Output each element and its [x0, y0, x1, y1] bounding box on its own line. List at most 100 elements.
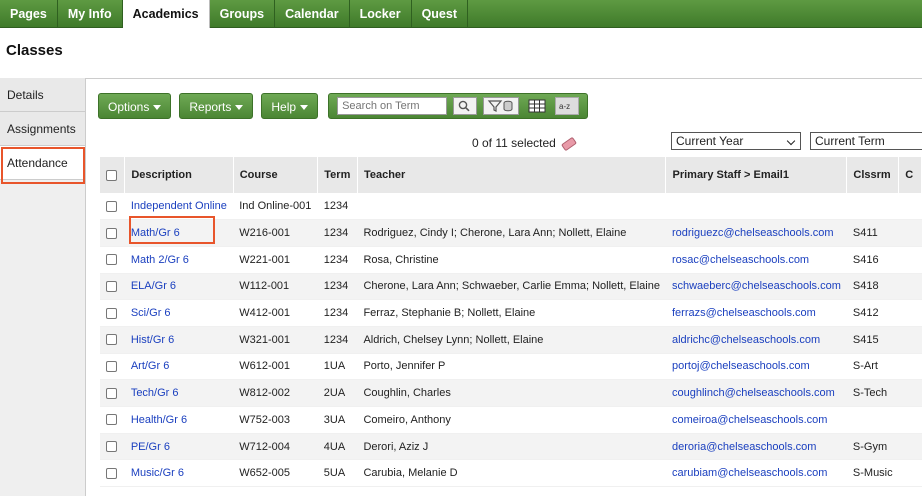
term-cell: 1234 [317, 326, 358, 354]
table-row[interactable]: Math/Gr 6 W216-001 1234 Rodriguez, Cindy I;… [100, 219, 922, 247]
email-link[interactable]: aldrichc@chelseaschools.com [672, 334, 820, 346]
description-cell: Independent Online [124, 193, 234, 221]
class-description-link[interactable]: Independent Online [131, 200, 227, 212]
term-cell: 3UA [317, 406, 358, 434]
header-classroom[interactable]: Clssrm [846, 157, 900, 193]
row-checkbox[interactable] [106, 334, 117, 346]
row-checkbox[interactable] [106, 281, 117, 292]
options-button[interactable]: Options [98, 93, 172, 119]
table-row[interactable]: Art/Gr 6 W612-001 1UA Porto, Jennifer P port… [100, 353, 922, 381]
year-select[interactable]: Current Year [671, 132, 801, 150]
description-cell: Hist/Gr 6 [124, 326, 234, 354]
email-link[interactable]: rodriguezc@chelseaschools.com [672, 227, 834, 239]
term-cell: 2UA [317, 379, 358, 407]
table-row[interactable]: Health/Gr 6 W752-003 3UA Comeiro, Anthony co… [100, 406, 922, 434]
teacher-cell: Comeiro, Anthony [357, 406, 666, 434]
nav-tab-quest[interactable]: Quest [412, 0, 468, 28]
row-checkbox[interactable] [106, 307, 117, 319]
classroom-cell: S411 [846, 219, 899, 247]
classroom-cell [846, 193, 899, 221]
teacher-cell: Rodriguez, Cindy I; Cherone, Lara Ann; N… [357, 219, 666, 247]
header-teacher[interactable]: Teacher [357, 157, 667, 193]
header-course[interactable]: Course [233, 157, 319, 193]
nav-tab-pages[interactable]: Pages [0, 0, 58, 28]
email-cell: carubiam@chelseaschools.com [665, 459, 847, 488]
filter-button[interactable] [483, 97, 520, 115]
row-checkbox[interactable] [106, 361, 117, 373]
email-link[interactable]: deroria@chelseaschools.com [672, 441, 816, 453]
email-link[interactable]: coughlinch@chelseaschools.com [672, 387, 835, 399]
course-cell: W652-005 [233, 459, 318, 488]
row-checkbox[interactable] [106, 441, 117, 453]
reports-button[interactable]: Reports [179, 93, 254, 119]
teacher-cell: Rosa, Christine [357, 246, 666, 274]
table-row[interactable]: Math 2/Gr 6 W221-001 1234 Rosa, Christine ro… [100, 246, 922, 274]
row-checkbox[interactable] [106, 387, 117, 399]
table-row[interactable]: Hist/Gr 6 W321-001 1234 Aldrich, Chelsey Ly… [100, 326, 922, 354]
class-description-link[interactable]: Sci/Gr 6 [131, 307, 171, 319]
nav-tab-groups[interactable]: Groups [210, 0, 276, 28]
search-button[interactable] [453, 97, 478, 115]
row-checkbox[interactable] [106, 254, 117, 266]
sort-button[interactable]: a-z [555, 97, 580, 115]
nav-tab-locker[interactable]: Locker [350, 0, 412, 28]
table-row[interactable]: PE/Gr 6 W712-004 4UA Derori, Aziz J deroria@… [100, 433, 922, 461]
class-description-link[interactable]: Math/Gr 6 [131, 227, 180, 239]
nav-tab-calendar[interactable]: Calendar [275, 0, 350, 28]
class-description-link[interactable]: Health/Gr 6 [131, 414, 187, 426]
class-description-link[interactable]: Art/Gr 6 [131, 360, 170, 372]
side-tab-attendance[interactable]: Attendance [0, 146, 85, 180]
row-checkbox[interactable] [106, 414, 117, 426]
row-select-cell [100, 406, 125, 434]
email-link[interactable]: schwaeberc@chelseaschools.com [672, 280, 841, 292]
top-nav: Pages My Info Academics Groups Calendar … [0, 0, 922, 28]
course-cell: Ind Online-001 [233, 193, 318, 221]
nav-tab-my-info[interactable]: My Info [58, 0, 123, 28]
side-tab-assignments[interactable]: Assignments [0, 112, 85, 146]
class-description-link[interactable]: Hist/Gr 6 [131, 334, 174, 346]
header-email[interactable]: Primary Staff > Email1 [665, 157, 848, 193]
table-header-row: Description Course Term Teacher Primary … [100, 157, 922, 193]
search-input[interactable] [337, 97, 448, 115]
extra-cell [898, 246, 922, 274]
class-description-link[interactable]: Math 2/Gr 6 [131, 254, 189, 266]
table-row[interactable]: ELA/Gr 6 W112-001 1234 Cherone, Lara Ann; S… [100, 273, 922, 301]
class-description-link[interactable]: Tech/Gr 6 [131, 387, 179, 399]
row-select-cell [100, 379, 125, 407]
header-term[interactable]: Term [317, 157, 358, 193]
columns-button[interactable] [525, 97, 549, 115]
email-link[interactable]: comeiroa@chelseaschools.com [672, 414, 827, 426]
row-checkbox[interactable] [106, 467, 117, 479]
class-description-link[interactable]: Music/Gr 6 [131, 467, 184, 479]
class-description-link[interactable]: PE/Gr 6 [131, 441, 170, 453]
row-checkbox[interactable] [106, 227, 117, 239]
extra-cell [898, 273, 922, 301]
extra-cell [898, 379, 922, 407]
side-tab-details[interactable]: Details [0, 78, 85, 112]
select-all-checkbox[interactable] [106, 169, 117, 181]
header-extra[interactable]: C [898, 157, 922, 193]
description-cell: Sci/Gr 6 [124, 299, 234, 327]
class-description-link[interactable]: ELA/Gr 6 [131, 280, 176, 292]
classroom-cell: S418 [846, 273, 899, 301]
eraser-icon[interactable] [560, 136, 577, 152]
email-link[interactable]: portoj@chelseaschools.com [672, 360, 810, 372]
row-checkbox[interactable] [106, 200, 117, 212]
teacher-cell: Porto, Jennifer P [357, 353, 666, 381]
classroom-cell: S-Gym [846, 433, 899, 461]
description-cell: Art/Gr 6 [124, 353, 234, 381]
classroom-cell: S-Art [846, 353, 899, 381]
table-row[interactable]: Independent Online Ind Online-001 1234 [100, 193, 922, 221]
nav-tab-academics[interactable]: Academics [122, 0, 210, 28]
classroom-cell: S416 [846, 246, 899, 274]
table-row[interactable]: Sci/Gr 6 W412-001 1234 Ferraz, Stephanie B;… [100, 299, 922, 327]
email-link[interactable]: ferrazs@chelseaschools.com [672, 307, 816, 319]
email-link[interactable]: rosac@chelseaschools.com [672, 254, 809, 266]
email-link[interactable]: carubiam@chelseaschools.com [672, 467, 827, 479]
header-description[interactable]: Description [124, 157, 234, 193]
table-row[interactable]: Tech/Gr 6 W812-002 2UA Coughlin, Charles cou… [100, 379, 922, 407]
help-button[interactable]: Help [261, 93, 319, 119]
table-row[interactable]: Music/Gr 6 W652-005 5UA Carubia, Melanie D c… [100, 459, 922, 488]
row-select-cell [100, 299, 125, 327]
term-select[interactable]: Current Term [810, 132, 922, 150]
